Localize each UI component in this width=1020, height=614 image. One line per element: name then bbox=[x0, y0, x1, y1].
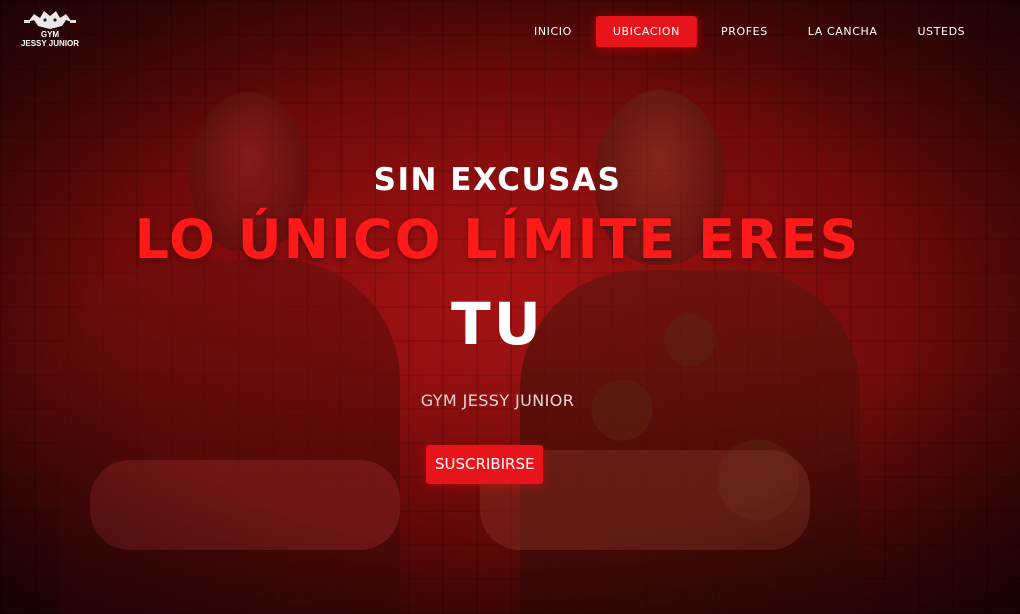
nav-item-profes[interactable]: PROFES bbox=[705, 16, 784, 47]
brand-logo-text-line2: JESSY JUNIOR bbox=[20, 39, 80, 48]
nav-item-ubicacion[interactable]: UBICACION bbox=[595, 16, 697, 47]
nav-item-usteds[interactable]: USTEDS bbox=[902, 16, 982, 47]
hero-headline: LO ÚNICO LÍMITE ERES bbox=[134, 208, 861, 271]
hero-subtitle: GYM JESSY JUNIOR bbox=[420, 391, 575, 410]
hero-kicker: SIN EXCUSAS bbox=[373, 162, 622, 198]
nav-item-la-cancha[interactable]: LA CANCHA bbox=[792, 16, 894, 47]
site-header: GYM JESSY JUNIOR INICIO UBICACION PROFES… bbox=[0, 0, 1020, 66]
gym-bull-logo-icon bbox=[24, 11, 76, 29]
nav-item-inicio[interactable]: INICIO bbox=[518, 16, 588, 47]
brand-logo[interactable]: GYM JESSY JUNIOR bbox=[20, 8, 80, 56]
subscribe-button[interactable]: SUSCRIBIRSE bbox=[426, 445, 544, 484]
main-nav: INICIO UBICACION PROFES LA CANCHA USTEDS bbox=[518, 16, 989, 47]
brand-logo-text-line1: GYM bbox=[40, 30, 60, 39]
hero-headline-tu: TU bbox=[451, 290, 544, 358]
hero-section: GYM JESSY JUNIOR INICIO UBICACION PROFES… bbox=[0, 0, 1020, 614]
